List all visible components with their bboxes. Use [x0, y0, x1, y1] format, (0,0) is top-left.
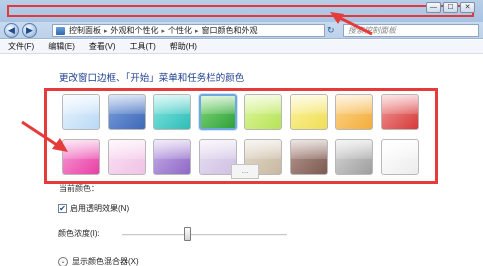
menu-item-edit[interactable]: 编辑(E)	[48, 41, 75, 52]
transparency-label[interactable]: 启用透明效果(N)	[70, 203, 129, 214]
window-controls: — ☐ ✕	[426, 2, 475, 13]
breadcrumb-item[interactable]: 控制面板	[69, 25, 101, 36]
transparency-checkbox[interactable]: ✔	[58, 204, 67, 213]
color-swatch-blush[interactable]	[107, 139, 146, 175]
transparency-row: ✔ 启用透明效果(N)	[58, 203, 129, 214]
breadcrumb-item[interactable]: 外观和个性化	[111, 25, 159, 36]
color-swatch-frost[interactable]	[380, 139, 419, 175]
color-swatch-violet[interactable]	[153, 139, 191, 175]
menu-bar: 文件(F) 编辑(E) 查看(V) 工具(T) 帮助(H)	[0, 40, 483, 54]
color-swatch-sea[interactable]	[153, 94, 191, 130]
color-mixer-label[interactable]: 显示颜色混合器(X)	[72, 256, 139, 266]
tooltip: …	[231, 164, 259, 179]
minimize-button[interactable]: —	[426, 2, 441, 13]
menu-item-view[interactable]: 查看(V)	[89, 41, 116, 52]
breadcrumb[interactable]: 控制面板 ▸ 外观和个性化 ▸ 个性化 ▸ 窗口颜色和外观	[52, 24, 325, 37]
menu-item-file[interactable]: 文件(F)	[8, 41, 34, 52]
color-swatch-leaf[interactable]	[198, 94, 237, 130]
color-swatch-lemon[interactable]	[289, 94, 328, 130]
chevron-right-icon[interactable]: ▸	[195, 27, 199, 35]
color-swatch-twilight[interactable]	[107, 94, 146, 130]
address-bar: ◀ ▶ 控制面板 ▸ 外观和个性化 ▸ 个性化 ▸ 窗口颜色和外观 ↻ 搜索控制…	[0, 22, 483, 39]
refresh-icon[interactable]: ↻	[327, 25, 335, 36]
maximize-button[interactable]: ☐	[443, 2, 458, 13]
close-button[interactable]: ✕	[460, 2, 475, 13]
page-title: 更改窗口边框、「开始」菜单和任务栏的颜色	[59, 73, 245, 84]
chevron-right-icon[interactable]: ▸	[104, 27, 108, 35]
color-swatch-ruby[interactable]	[380, 94, 419, 130]
intensity-slider-thumb[interactable]	[184, 227, 191, 241]
color-swatch-fuchsia[interactable]	[62, 139, 100, 175]
forward-button[interactable]: ▶	[22, 23, 37, 38]
control-panel-icon	[56, 26, 65, 35]
color-swatch-slate[interactable]	[335, 139, 373, 175]
intensity-label: 颜色浓度(I):	[58, 229, 100, 238]
menu-item-tools[interactable]: 工具(T)	[130, 41, 156, 52]
color-swatch-lime[interactable]	[244, 94, 282, 130]
annotation-highlight-title	[7, 5, 474, 17]
breadcrumb-item[interactable]: 个性化	[168, 25, 192, 36]
color-swatch-sky[interactable]	[62, 94, 100, 130]
color-swatch-chocolate[interactable]	[289, 139, 328, 175]
back-button[interactable]: ◀	[4, 23, 19, 38]
intensity-row: 颜色浓度(I):	[58, 228, 100, 239]
chevron-right-icon[interactable]: ▸	[162, 27, 166, 35]
search-input[interactable]: 搜索控制面板	[343, 24, 479, 37]
chevron-down-icon[interactable]: ⌄	[58, 256, 68, 266]
color-swatch-pumpkin[interactable]	[335, 94, 373, 130]
color-mixer-row: ⌄ 显示颜色混合器(X)	[58, 256, 139, 266]
menu-item-help[interactable]: 帮助(H)	[170, 41, 197, 52]
title-bar: — ☐ ✕	[0, 0, 483, 22]
current-color-label: 当前颜色：	[59, 184, 99, 193]
intensity-slider-track[interactable]	[122, 234, 287, 236]
breadcrumb-item[interactable]: 窗口颜色和外观	[202, 25, 258, 36]
